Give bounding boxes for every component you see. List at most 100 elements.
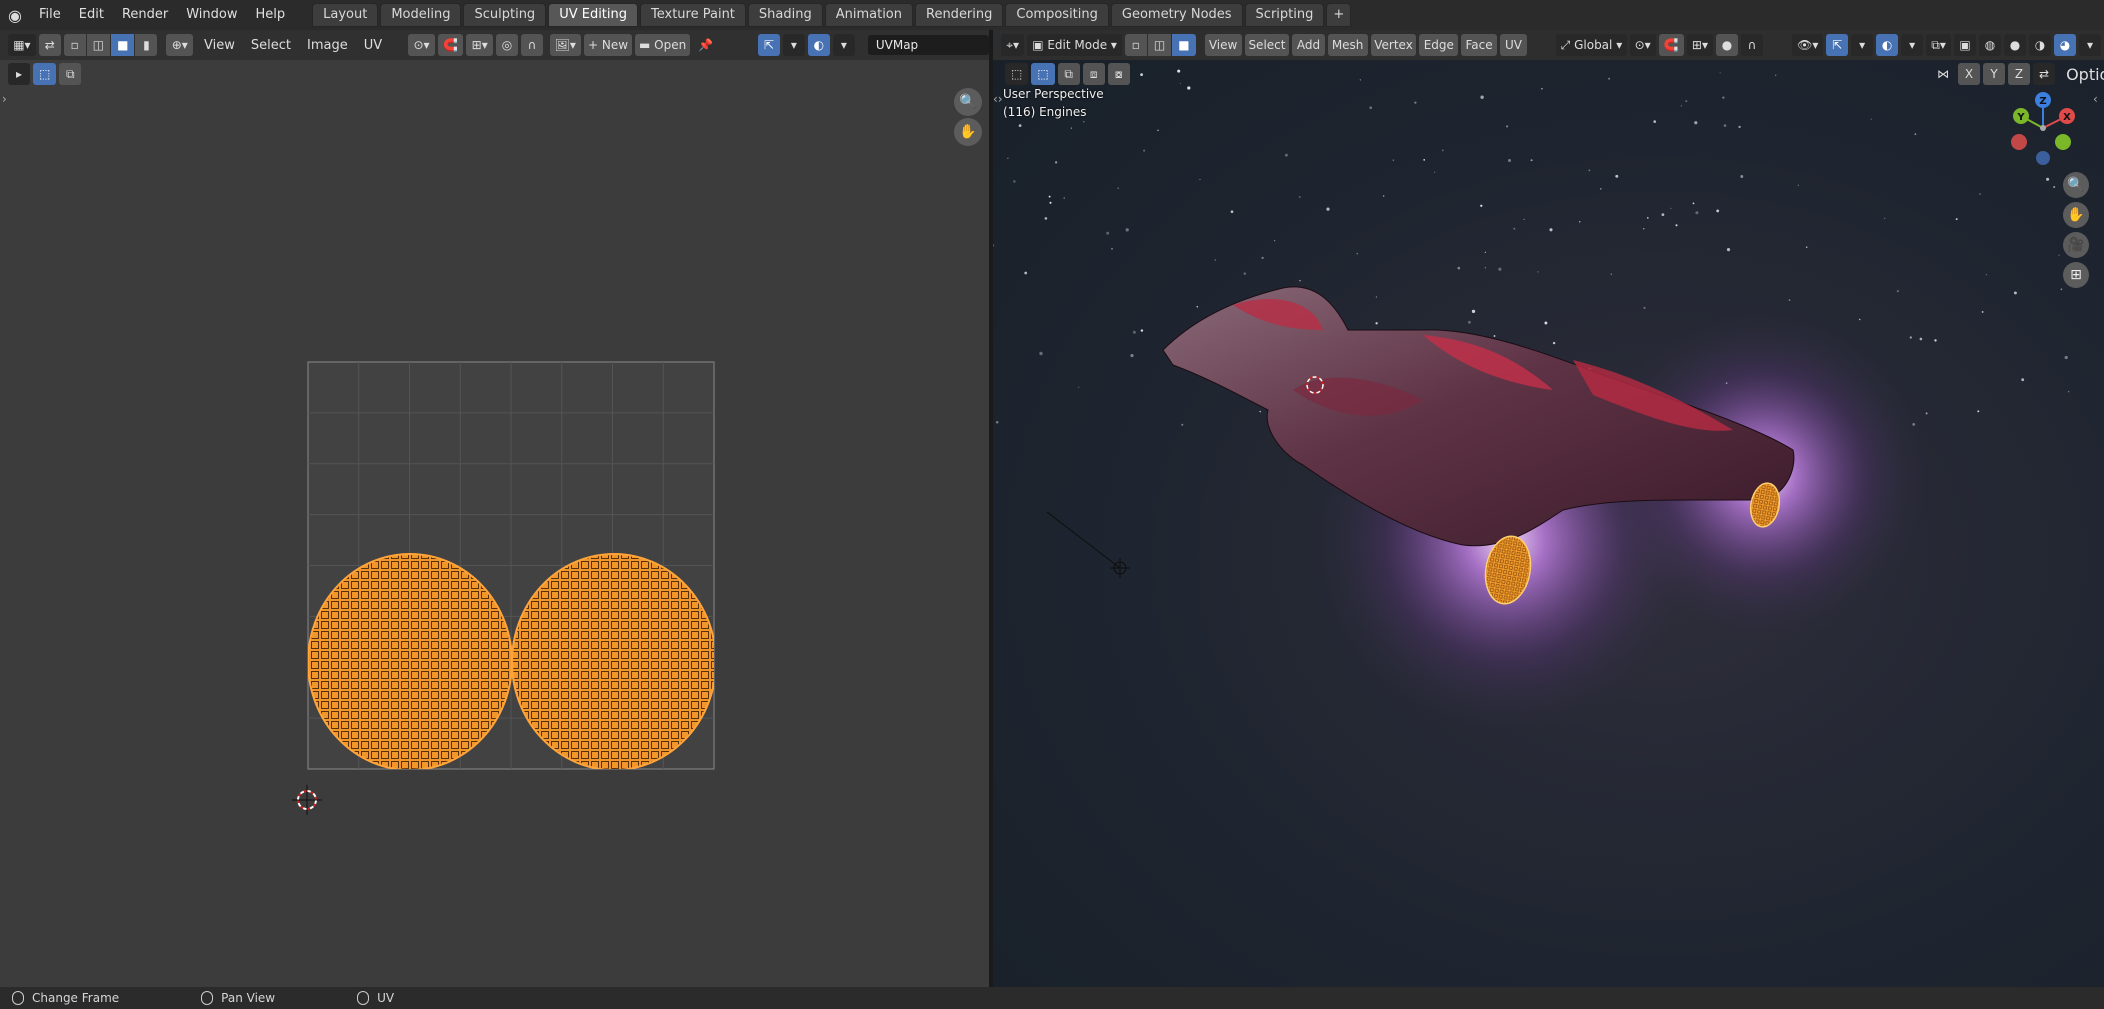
star bbox=[2060, 288, 2063, 291]
select-tool-icon[interactable]: ⬚ bbox=[1005, 63, 1029, 85]
tab-modeling[interactable]: Modeling bbox=[380, 3, 462, 27]
menu-help[interactable]: Help bbox=[247, 0, 295, 30]
vp-overlay-dropdown-icon[interactable]: ▾ bbox=[1901, 34, 1924, 56]
menu-window[interactable]: Window bbox=[177, 0, 246, 30]
star bbox=[1259, 410, 1261, 413]
tab-scripting[interactable]: Scripting bbox=[1244, 3, 1325, 27]
vp-menu-uv[interactable]: UV bbox=[1499, 34, 1527, 56]
vp-menu-edge[interactable]: Edge bbox=[1419, 34, 1459, 56]
tab-compositing[interactable]: Compositing bbox=[1005, 3, 1109, 27]
vp-sidebar-arrow-icon[interactable]: ‹ bbox=[2093, 92, 2098, 106]
orientation-icon: ⤢ bbox=[1560, 37, 1575, 52]
rendered-shading-icon[interactable]: ◕ bbox=[2053, 34, 2076, 56]
shading-dropdown-icon[interactable]: ▾ bbox=[2078, 34, 2101, 56]
2d-cursor-icon[interactable] bbox=[292, 785, 322, 815]
transform-orientation-dropdown[interactable]: ⤢ Global ▾ bbox=[1556, 34, 1627, 56]
mesh-edit-overlay-icon[interactable]: ⧉▾ bbox=[1926, 34, 1951, 56]
star bbox=[1106, 231, 1110, 235]
3d-viewport-area[interactable]: ⌖▾ ▣ Edit Mode ▾ ▫ ◫ ■ View Select Add M… bbox=[993, 30, 2104, 987]
vp-gizmo-dropdown-icon[interactable]: ▾ bbox=[1851, 34, 1874, 56]
camera-view-icon[interactable]: 🎥 bbox=[2063, 232, 2089, 258]
star bbox=[1646, 217, 1649, 219]
star bbox=[2046, 177, 2050, 181]
star bbox=[1805, 246, 1808, 248]
uv-island-right[interactable] bbox=[511, 553, 716, 770]
star bbox=[1692, 202, 1695, 205]
menu-render[interactable]: Render bbox=[113, 0, 177, 30]
edit-mode-icon: ▣ bbox=[1032, 38, 1048, 52]
status-change-frame: .Change Frame bbox=[12, 991, 119, 1005]
options-dropdown[interactable]: Options ▾ bbox=[2058, 65, 2104, 84]
vp-gizmo-icon[interactable]: ⇱ bbox=[1826, 34, 1849, 56]
star bbox=[1024, 271, 1028, 275]
tab-shading[interactable]: Shading bbox=[747, 3, 823, 27]
vp-zoom-icon[interactable]: 🔍 bbox=[2063, 172, 2089, 198]
star bbox=[1199, 178, 1201, 181]
vp-overlay-icon[interactable]: ◐ bbox=[1876, 34, 1899, 56]
vp-menu-select[interactable]: Select bbox=[1244, 34, 1290, 56]
mirror-z-toggle[interactable]: Z bbox=[2008, 63, 2030, 85]
star bbox=[1157, 129, 1159, 132]
viewport-editor-type-icon[interactable]: ⌖▾ bbox=[1001, 34, 1025, 56]
star bbox=[1694, 121, 1698, 125]
wireframe-shading-icon[interactable]: ◍ bbox=[1978, 34, 2001, 56]
star bbox=[1919, 337, 1923, 341]
vp-menu-view[interactable]: View bbox=[1204, 34, 1242, 56]
pivot-icon[interactable]: ⊙▾ bbox=[1629, 34, 1656, 56]
tab-rendering[interactable]: Rendering bbox=[915, 3, 1004, 27]
select-intersect-mode-icon[interactable]: ⧇ bbox=[1107, 63, 1130, 85]
menu-edit[interactable]: Edit bbox=[70, 0, 113, 30]
face-mode-icon[interactable]: ■ bbox=[1172, 34, 1196, 56]
uv-island-left[interactable] bbox=[308, 553, 513, 770]
uv-canvas[interactable] bbox=[0, 30, 989, 987]
vp-menu-face[interactable]: Face bbox=[1461, 34, 1497, 56]
vp-snap-icon[interactable]: 🧲 bbox=[1658, 34, 1684, 56]
gizmo-neg-y-icon[interactable] bbox=[2055, 134, 2071, 150]
mode-dropdown[interactable]: ▣ Edit Mode ▾ bbox=[1027, 34, 1122, 56]
visibility-icon[interactable]: 👁▾ bbox=[1792, 34, 1824, 56]
tab-geometry-nodes[interactable]: Geometry Nodes bbox=[1110, 3, 1243, 27]
ortho-grid-icon[interactable]: ⊞ bbox=[2063, 262, 2089, 288]
add-workspace-button[interactable]: + bbox=[1326, 3, 1352, 27]
edge-mode-icon[interactable]: ◫ bbox=[1147, 34, 1172, 56]
vp-snap-target-icon[interactable]: ⊞▾ bbox=[1686, 34, 1714, 56]
mirror-y-toggle[interactable]: Y bbox=[1983, 63, 2005, 85]
solid-shading-icon[interactable]: ● bbox=[2003, 34, 2026, 56]
vp-falloff-icon[interactable]: ∩ bbox=[1741, 34, 1764, 56]
status-uv: .UV bbox=[357, 991, 394, 1005]
tab-sculpting[interactable]: Sculpting bbox=[463, 3, 547, 27]
auto-merge-icon[interactable]: ⇄ bbox=[2033, 63, 2056, 85]
star bbox=[1870, 118, 1872, 120]
material-shading-icon[interactable]: ◑ bbox=[2028, 34, 2051, 56]
xray-icon[interactable]: ▣ bbox=[1953, 34, 1976, 56]
light-object[interactable] bbox=[1046, 511, 1130, 578]
vertex-mode-icon[interactable]: ▫ bbox=[1124, 34, 1147, 56]
vp-pan-hand-icon[interactable]: ✋ bbox=[2063, 202, 2089, 228]
tab-layout[interactable]: Layout bbox=[312, 3, 379, 27]
navigation-gizmo[interactable]: Z X Y bbox=[2003, 88, 2083, 168]
vp-proportional-icon[interactable]: ● bbox=[1716, 34, 1739, 56]
select-box-mode-icon[interactable]: ⬚ bbox=[1031, 63, 1055, 85]
tab-texture-paint[interactable]: Texture Paint bbox=[640, 3, 746, 27]
vp-toolbar-arrow-icon[interactable]: ‹› bbox=[993, 92, 1003, 106]
tab-animation[interactable]: Animation bbox=[824, 3, 913, 27]
star bbox=[1078, 386, 1080, 388]
vp-menu-add[interactable]: Add bbox=[1292, 34, 1325, 56]
star bbox=[1471, 309, 1476, 314]
gizmo-neg-z-icon[interactable] bbox=[2036, 151, 2050, 165]
mirror-x-toggle[interactable]: X bbox=[1958, 63, 1980, 85]
uv-editor-area[interactable]: ▦▾ ⇄ ▫ ◫ ■ ▮ ⊕▾ View Select Image UV ⊙▾ … bbox=[0, 30, 990, 987]
select-subtract-mode-icon[interactable]: ⧈ bbox=[1082, 63, 1105, 85]
gizmo-neg-x-icon[interactable] bbox=[2011, 134, 2027, 150]
select-extend-mode-icon[interactable]: ⧉ bbox=[1057, 63, 1080, 85]
menu-file[interactable]: File bbox=[30, 0, 70, 30]
star bbox=[1230, 210, 1234, 214]
vp-menu-mesh[interactable]: Mesh bbox=[1327, 34, 1368, 56]
blender-logo-icon[interactable]: ◉ bbox=[0, 0, 30, 30]
vp-menu-vertex[interactable]: Vertex bbox=[1370, 34, 1417, 56]
star bbox=[1788, 299, 1791, 301]
tab-uv-editing[interactable]: UV Editing bbox=[548, 3, 639, 27]
star bbox=[1140, 329, 1144, 332]
viewport-scene[interactable] bbox=[993, 30, 2104, 987]
viewport-tool-row: ⬚ ⬚ ⧉ ⧈ ⧇ bbox=[1005, 63, 1133, 85]
